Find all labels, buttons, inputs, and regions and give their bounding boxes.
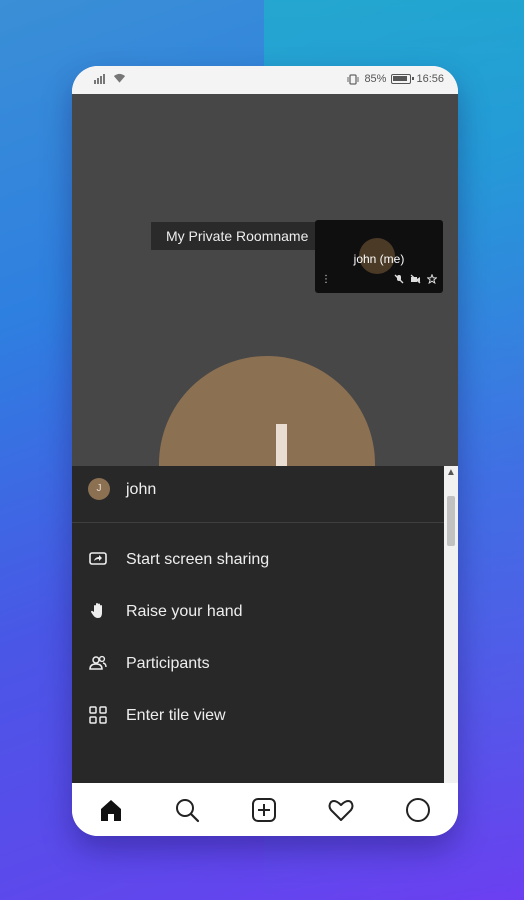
bottom-nav	[72, 783, 458, 836]
large-avatar	[159, 356, 375, 466]
battery-percent: 85%	[364, 73, 387, 85]
scroll-up-icon[interactable]: ▲	[446, 467, 456, 478]
screen-share-icon	[89, 552, 107, 565]
participants-icon	[89, 655, 107, 670]
thumbnail-name: john (me)	[353, 252, 405, 266]
add-icon	[252, 798, 276, 822]
nav-favorites[interactable]	[326, 795, 356, 825]
nav-search[interactable]	[172, 795, 202, 825]
user-row: J john	[72, 466, 444, 523]
menu-item-screen-share[interactable]: Start screen sharing	[72, 541, 444, 581]
menu-item-tile-view[interactable]: Enter tile view	[72, 697, 444, 737]
mic-muted-icon	[394, 274, 404, 284]
status-bar: 85% 16:56	[72, 66, 458, 94]
profile-icon	[406, 798, 430, 822]
menu-label: Participants	[126, 655, 210, 672]
home-icon	[101, 800, 121, 821]
more-options-icon[interactable]: ⋮	[321, 274, 331, 285]
wifi-icon	[113, 73, 126, 83]
self-thumbnail[interactable]: john (me) ⋮	[315, 220, 443, 293]
video-stage[interactable]: My Private Roomname john (me) ⋮	[72, 94, 458, 466]
clock: 16:56	[416, 73, 444, 85]
sheet-scrollbar[interactable]: ▲	[444, 466, 458, 783]
menu-item-raise-hand[interactable]: Raise your hand	[72, 593, 444, 633]
scroll-thumb[interactable]	[447, 496, 455, 546]
search-icon	[176, 799, 200, 823]
tile-view-icon	[89, 706, 107, 724]
nav-profile[interactable]	[403, 795, 433, 825]
user-avatar: J	[88, 478, 110, 500]
menu-label: Start screen sharing	[126, 551, 270, 568]
room-name-label: My Private Roomname	[151, 222, 331, 250]
nav-add[interactable]	[249, 795, 279, 825]
star-icon	[427, 274, 437, 284]
heart-icon	[328, 800, 354, 821]
user-name: john	[126, 481, 157, 498]
menu-item-participants[interactable]: Participants	[72, 645, 444, 685]
overflow-menu-sheet: J john Start screen sharing Raise your h…	[72, 466, 444, 783]
phone-frame: 85% 16:56 My Private Roomname john (me) …	[72, 66, 458, 836]
signal-icon	[94, 74, 105, 84]
menu-label: Enter tile view	[126, 707, 226, 724]
battery-icon	[391, 74, 415, 84]
nav-home[interactable]	[96, 795, 126, 825]
raise-hand-icon	[91, 603, 102, 618]
large-avatar-letter	[276, 424, 287, 466]
menu-label: Raise your hand	[126, 603, 243, 620]
vibrate-icon	[347, 73, 359, 85]
camera-muted-icon	[410, 274, 421, 284]
